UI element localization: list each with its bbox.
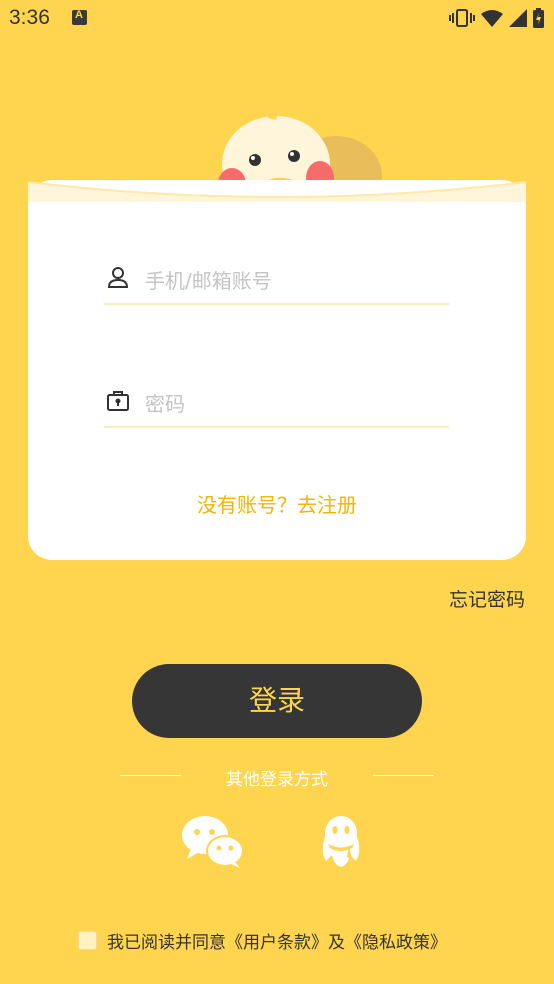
agreement-checkbox[interactable]	[78, 930, 97, 950]
card-top-curve	[28, 181, 526, 202]
account-input[interactable]: 手机/邮箱账号	[145, 265, 272, 294]
user-icon	[107, 267, 129, 288]
lock-icon	[107, 391, 129, 411]
status-time: 3:36	[9, 6, 50, 29]
other-login-label: 其他登录方式	[226, 770, 328, 790]
login-button[interactable]: 登录	[132, 664, 422, 738]
status-icons	[449, 8, 544, 28]
password-input[interactable]: 密码	[145, 388, 185, 417]
wifi-icon	[481, 10, 503, 27]
vibrate-icon	[449, 9, 475, 27]
register-link[interactable]: 没有账号？去注册	[0, 489, 554, 518]
divider-right	[373, 775, 434, 776]
login-screen: 3:36 A 手机/邮箱账号 密码 没有账号？去注册 忘记密码 登录 其他登录方…	[0, 0, 554, 984]
agreement-text[interactable]: 我已阅读并同意《用户条款》及《隐私政策》	[107, 928, 447, 953]
forgot-password-link[interactable]: 忘记密码	[449, 585, 525, 612]
app-notification-icon	[72, 9, 87, 25]
qq-icon[interactable]	[318, 815, 364, 869]
signal-icon	[509, 9, 527, 27]
status-bar: 3:36	[0, 0, 554, 38]
battery-icon	[533, 8, 544, 28]
password-field[interactable]: 密码	[104, 378, 449, 428]
wechat-icon[interactable]	[181, 815, 245, 869]
account-field[interactable]: 手机/邮箱账号	[104, 255, 449, 305]
agreement-row: 我已阅读并同意《用户条款》及《隐私政策》	[78, 928, 447, 953]
